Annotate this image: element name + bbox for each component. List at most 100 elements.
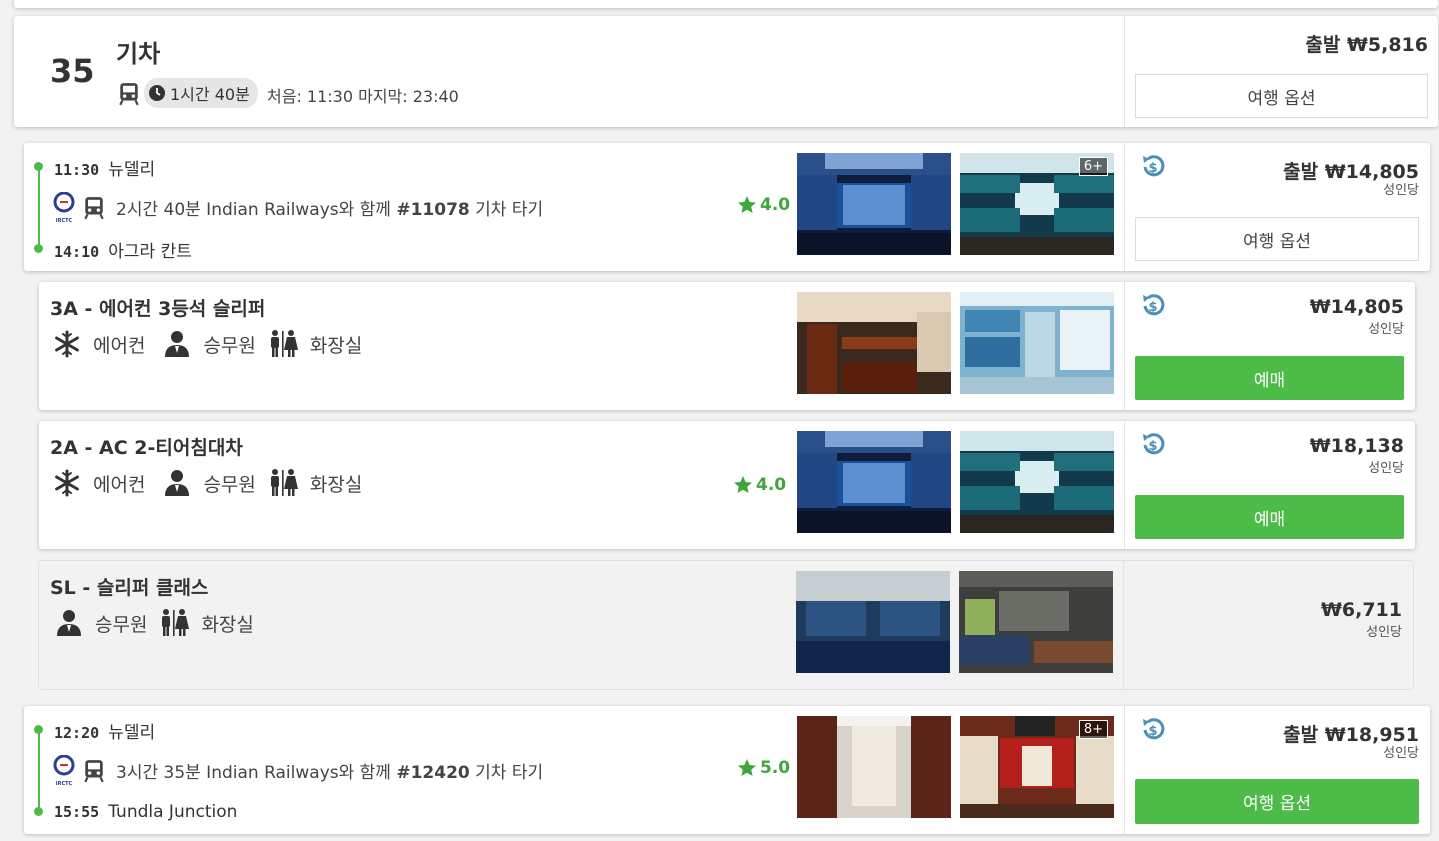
photo-count-badge: 6+: [1078, 157, 1108, 176]
operator-logo: IRCTC: [52, 754, 76, 787]
operator-logo: IRCTC: [52, 191, 76, 224]
class-price: ₩18,138: [1309, 435, 1404, 457]
refund-icon: [1141, 293, 1165, 317]
restroom-icon: [270, 469, 298, 496]
duration-chip: 1시간 40분: [144, 78, 258, 108]
cabin-photo[interactable]: 6+: [960, 153, 1114, 255]
snowflake-icon: [55, 330, 79, 358]
cabin-photo[interactable]: 8+: [960, 716, 1114, 818]
amenity-label: 에어컨: [93, 334, 146, 357]
card-divider: [1124, 282, 1125, 410]
book-button[interactable]: 예매: [1135, 495, 1404, 539]
snowflake-icon: [55, 469, 79, 497]
trip-card-12420[interactable]: 12:20 뉴델리 IRCTC 3시간 35분 Indian Railways와…: [24, 706, 1430, 834]
amenities: 에어컨 승무원 화장실: [53, 468, 362, 498]
departure-dot: [34, 725, 43, 734]
attendant-icon: [165, 331, 190, 357]
clock-icon: [149, 85, 165, 101]
refund-icon: [1141, 717, 1165, 741]
class-title: SL - 슬리퍼 클래스: [50, 577, 209, 599]
trip-card-11078[interactable]: 11:30 뉴델리 IRCTC 2시간 40분 Indian Railways와…: [24, 143, 1430, 271]
train-number[interactable]: #11078: [396, 200, 469, 220]
departure-station: 뉴델리: [108, 160, 156, 180]
rating: 4.0: [733, 475, 786, 495]
departure: 11:30 뉴델리: [54, 155, 155, 180]
amenity-label: 승무원: [203, 334, 256, 357]
departure-time: 11:30: [54, 161, 100, 179]
class-title: 2A - AC 2-티어침대차: [50, 437, 243, 459]
star-icon: [734, 476, 752, 493]
train-icon: [119, 82, 139, 106]
arrival-time: 14:10: [54, 243, 100, 261]
amenity-label: 화장실: [309, 473, 363, 496]
card-divider: [1124, 16, 1125, 127]
book-button[interactable]: 예매: [1135, 356, 1404, 400]
amenity-label: 화장실: [201, 613, 254, 636]
attendant-icon: [57, 610, 81, 636]
route-count: 35: [50, 52, 95, 90]
class-card-sl: SL - 슬리퍼 클래스 승무원 화장실 ₩6,711 성인당: [39, 561, 1413, 689]
per-person-label: 성인당: [1366, 625, 1402, 640]
departure-dot: [34, 162, 43, 171]
class-price: ₩14,805: [1309, 296, 1404, 318]
departure: 12:20 뉴델리: [54, 718, 155, 743]
class-price: ₩6,711: [1320, 599, 1402, 621]
duration-text: 1시간 40분: [170, 85, 250, 104]
class-card-2a[interactable]: 2A - AC 2-티어침대차 에어컨 승무원 화장실 4.0 ₩18,138 …: [39, 421, 1415, 549]
per-person-label: 성인당: [1368, 322, 1404, 337]
star-icon: [738, 759, 756, 776]
trip-options-button[interactable]: 여행 옵션: [1135, 74, 1428, 118]
trip-options-button[interactable]: 여행 옵션: [1135, 779, 1419, 824]
route-summary-card[interactable]: 35 기차 1시간 40분 처음: 11:30 마지막: 23:40 출발 ₩5…: [14, 16, 1438, 127]
summary-price: 출발 ₩5,816: [1305, 34, 1428, 56]
arrival-station: 아그라 칸트: [108, 242, 192, 262]
arrival-time: 15:55: [54, 803, 100, 821]
star-icon: [738, 196, 756, 213]
departure-time: 12:20: [54, 724, 100, 742]
trip-description: 3시간 35분 Indian Railways와 함께 #12420 기차 타기: [116, 763, 544, 783]
amenities: 에어컨 승무원 화장실: [53, 329, 362, 359]
trip-options-button[interactable]: 여행 옵션: [1135, 217, 1419, 261]
amenity-label: 승무원: [95, 613, 148, 636]
per-person-label: 성인당: [1383, 746, 1419, 761]
train-number[interactable]: #12420: [396, 763, 469, 783]
photo-count-badge: 8+: [1078, 720, 1108, 739]
card-divider: [1124, 706, 1125, 834]
route-mode-title: 기차: [116, 40, 161, 68]
trip-description: 2시간 40분 Indian Railways와 함께 #11078 기차 타기: [116, 200, 544, 220]
cabin-photo[interactable]: [797, 431, 951, 533]
cabin-photo[interactable]: [797, 292, 951, 394]
attendant-icon: [165, 470, 190, 496]
cabin-photo[interactable]: [960, 431, 1114, 533]
arrival: 14:10 아그라 칸트: [54, 237, 192, 262]
schedule-text: 처음: 11:30 마지막: 23:40: [267, 87, 459, 106]
amenity-label: 승무원: [203, 473, 256, 496]
amenity-label: 화장실: [309, 334, 363, 357]
class-title: 3A - 에어컨 3등석 슬리퍼: [50, 298, 266, 320]
previous-result-card-edge: [14, 0, 1438, 8]
card-divider: [1124, 421, 1125, 549]
arrival: 15:55 Tundla Junction: [54, 802, 237, 822]
per-person-label: 성인당: [1383, 183, 1419, 198]
train-icon: [84, 758, 104, 784]
cabin-photo[interactable]: [959, 571, 1113, 673]
departure-station: 뉴델리: [108, 723, 156, 743]
per-person-label: 성인당: [1368, 461, 1404, 476]
cabin-photo[interactable]: [797, 153, 951, 255]
train-icon: [84, 196, 104, 220]
rating: 5.0: [737, 758, 790, 778]
class-card-3a[interactable]: 3A - 에어컨 3등석 슬리퍼 에어컨 승무원 화장실 ₩14,805 성인당…: [39, 282, 1415, 410]
card-divider: [1123, 561, 1124, 689]
restroom-icon: [162, 609, 190, 636]
cabin-photo[interactable]: [797, 716, 951, 818]
rating: 4.0: [737, 195, 790, 215]
card-divider: [1124, 143, 1125, 271]
amenities: 승무원 화장실: [55, 608, 254, 638]
restroom-icon: [270, 330, 298, 357]
timeline-line: [38, 167, 40, 247]
timeline-line: [38, 730, 40, 810]
arrival-dot: [34, 244, 43, 253]
amenity-label: 에어컨: [93, 473, 146, 496]
cabin-photo[interactable]: [960, 292, 1114, 394]
cabin-photo[interactable]: [796, 571, 950, 673]
